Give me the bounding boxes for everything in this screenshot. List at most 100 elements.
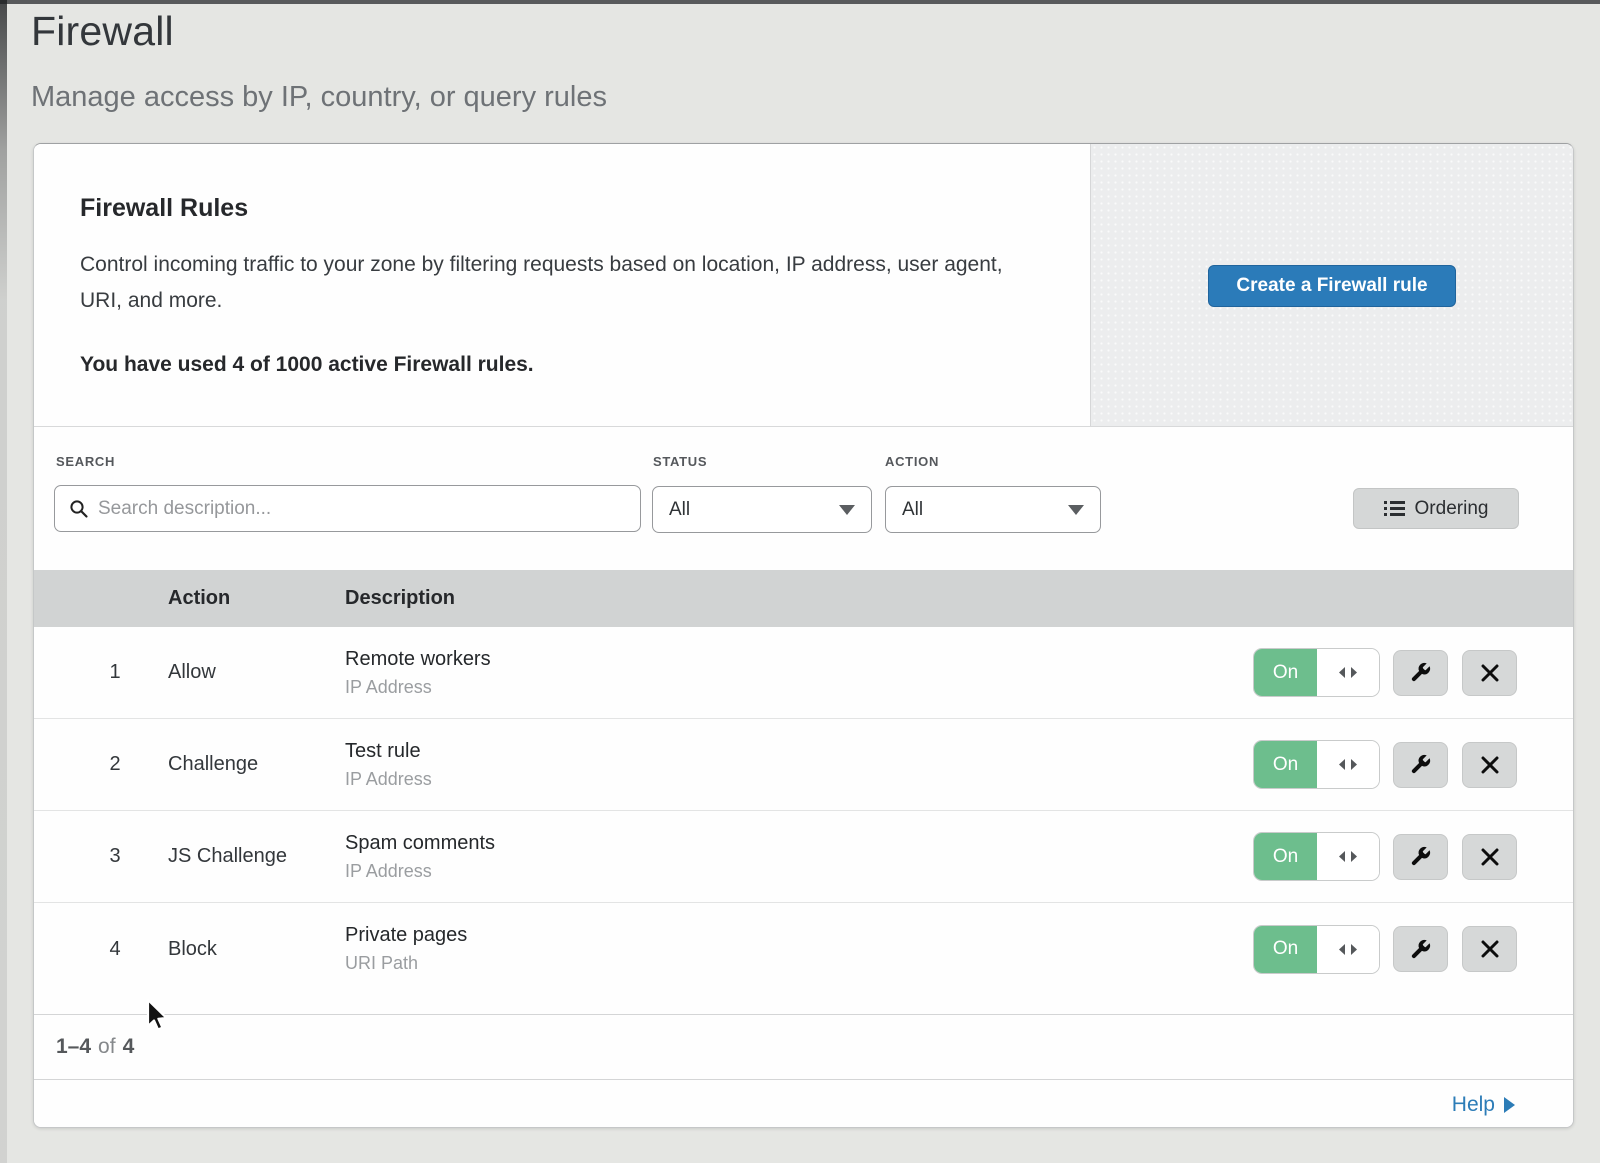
- intro-text-panel: Firewall Rules Control incoming traffic …: [34, 144, 1090, 426]
- firewall-rules-card: Firewall Rules Control incoming traffic …: [33, 143, 1574, 1128]
- action-selected-value: All: [902, 499, 923, 521]
- table-row: 3 JS Challenge Spam comments IP Address …: [34, 811, 1573, 903]
- pagination-total: 4: [123, 1035, 135, 1059]
- close-icon: [1481, 664, 1499, 682]
- rule-priority: 1: [34, 661, 168, 684]
- rule-description: Test rule: [345, 740, 1254, 763]
- left-right-arrows-icon: [1338, 758, 1358, 771]
- delete-rule-button[interactable]: [1462, 742, 1517, 788]
- description-column-header: Description: [345, 587, 1573, 610]
- toggle-on-segment[interactable]: On: [1254, 649, 1317, 696]
- rule-description-cell: Remote workers IP Address: [345, 648, 1254, 698]
- rule-description: Spam comments: [345, 832, 1254, 855]
- rule-description-cell: Spam comments IP Address: [345, 832, 1254, 882]
- close-icon: [1481, 940, 1499, 958]
- search-icon: [69, 499, 89, 519]
- filter-bar: SEARCH STATUS All ACTION All Ordering: [34, 426, 1573, 570]
- status-selected-value: All: [669, 499, 690, 521]
- rule-match-type: IP Address: [345, 769, 1254, 790]
- footer-bar: Help: [34, 1079, 1573, 1128]
- table-header: Action Description: [34, 570, 1573, 627]
- rule-controls: On: [1254, 649, 1517, 696]
- page-subtitle: Manage access by IP, country, or query r…: [31, 81, 607, 114]
- card-description: Control incoming traffic to your zone by…: [80, 247, 1025, 319]
- rule-enabled-toggle[interactable]: On: [1254, 741, 1379, 788]
- rule-description: Remote workers: [345, 648, 1254, 671]
- pagination-range: 1–4: [56, 1035, 91, 1059]
- rule-enabled-toggle[interactable]: On: [1254, 649, 1379, 696]
- chevron-down-icon: [1068, 505, 1084, 515]
- rule-description-cell: Private pages URI Path: [345, 924, 1254, 974]
- toggle-drag-handle[interactable]: [1317, 833, 1379, 880]
- help-link-label: Help: [1452, 1093, 1495, 1117]
- rule-match-type: URI Path: [345, 953, 1254, 974]
- table-row: 2 Challenge Test rule IP Address On: [34, 719, 1573, 811]
- rule-description-cell: Test rule IP Address: [345, 740, 1254, 790]
- rule-description: Private pages: [345, 924, 1254, 947]
- search-input[interactable]: [98, 498, 626, 520]
- action-label: ACTION: [885, 454, 939, 469]
- ordering-button-label: Ordering: [1415, 498, 1489, 520]
- wrench-icon: [1409, 845, 1432, 868]
- pagination-bar: 1–4 of 4: [34, 1014, 1573, 1079]
- create-firewall-rule-button[interactable]: Create a Firewall rule: [1208, 265, 1456, 307]
- action-column-header: Action: [168, 587, 345, 610]
- left-right-arrows-icon: [1338, 850, 1358, 863]
- rule-enabled-toggle[interactable]: On: [1254, 833, 1379, 880]
- toggle-on-segment[interactable]: On: [1254, 741, 1317, 788]
- rule-action: Challenge: [168, 753, 345, 776]
- window-top-edge: [0, 0, 1600, 4]
- edit-rule-button[interactable]: [1393, 834, 1448, 880]
- window-left-edge: [0, 0, 7, 1163]
- rule-action: JS Challenge: [168, 845, 345, 868]
- create-rule-panel: Create a Firewall rule: [1090, 144, 1573, 426]
- toggle-on-segment[interactable]: On: [1254, 926, 1317, 973]
- close-icon: [1481, 848, 1499, 866]
- rule-controls: On: [1254, 926, 1517, 973]
- delete-rule-button[interactable]: [1462, 926, 1517, 972]
- delete-rule-button[interactable]: [1462, 650, 1517, 696]
- wrench-icon: [1409, 753, 1432, 776]
- action-select[interactable]: All: [885, 486, 1101, 533]
- chevron-down-icon: [839, 505, 855, 515]
- rule-priority: 3: [34, 845, 168, 868]
- page-header: Firewall Manage access by IP, country, o…: [31, 8, 607, 114]
- toggle-drag-handle[interactable]: [1317, 649, 1379, 696]
- toggle-drag-handle[interactable]: [1317, 926, 1379, 973]
- intro-section: Firewall Rules Control incoming traffic …: [34, 144, 1573, 426]
- page-title: Firewall: [31, 8, 607, 55]
- wrench-icon: [1409, 938, 1432, 961]
- rule-controls: On: [1254, 741, 1517, 788]
- arrow-right-icon: [1504, 1097, 1515, 1113]
- card-heading: Firewall Rules: [80, 194, 1030, 223]
- search-label: SEARCH: [56, 454, 115, 469]
- rule-match-type: IP Address: [345, 861, 1254, 882]
- rule-action: Allow: [168, 661, 345, 684]
- rule-priority: 2: [34, 753, 168, 776]
- pagination-of-label: of: [98, 1035, 116, 1059]
- table-row: 1 Allow Remote workers IP Address On: [34, 627, 1573, 719]
- left-right-arrows-icon: [1338, 666, 1358, 679]
- rule-controls: On: [1254, 833, 1517, 880]
- toggle-drag-handle[interactable]: [1317, 741, 1379, 788]
- usage-note: You have used 4 of 1000 active Firewall …: [80, 353, 1030, 377]
- status-select[interactable]: All: [652, 486, 872, 533]
- edit-rule-button[interactable]: [1393, 926, 1448, 972]
- edit-rule-button[interactable]: [1393, 742, 1448, 788]
- rule-action: Block: [168, 938, 345, 961]
- help-link[interactable]: Help: [1452, 1093, 1515, 1117]
- close-icon: [1481, 756, 1499, 774]
- edit-rule-button[interactable]: [1393, 650, 1448, 696]
- status-label: STATUS: [653, 454, 707, 469]
- ordering-button[interactable]: Ordering: [1353, 488, 1519, 529]
- search-box[interactable]: [54, 485, 641, 532]
- ordered-list-icon: [1384, 500, 1405, 517]
- toggle-on-segment[interactable]: On: [1254, 833, 1317, 880]
- delete-rule-button[interactable]: [1462, 834, 1517, 880]
- rule-enabled-toggle[interactable]: On: [1254, 926, 1379, 973]
- left-right-arrows-icon: [1338, 943, 1358, 956]
- rule-match-type: IP Address: [345, 677, 1254, 698]
- wrench-icon: [1409, 661, 1432, 684]
- table-row: 4 Block Private pages URI Path On: [34, 903, 1573, 1014]
- rule-priority: 4: [34, 938, 168, 961]
